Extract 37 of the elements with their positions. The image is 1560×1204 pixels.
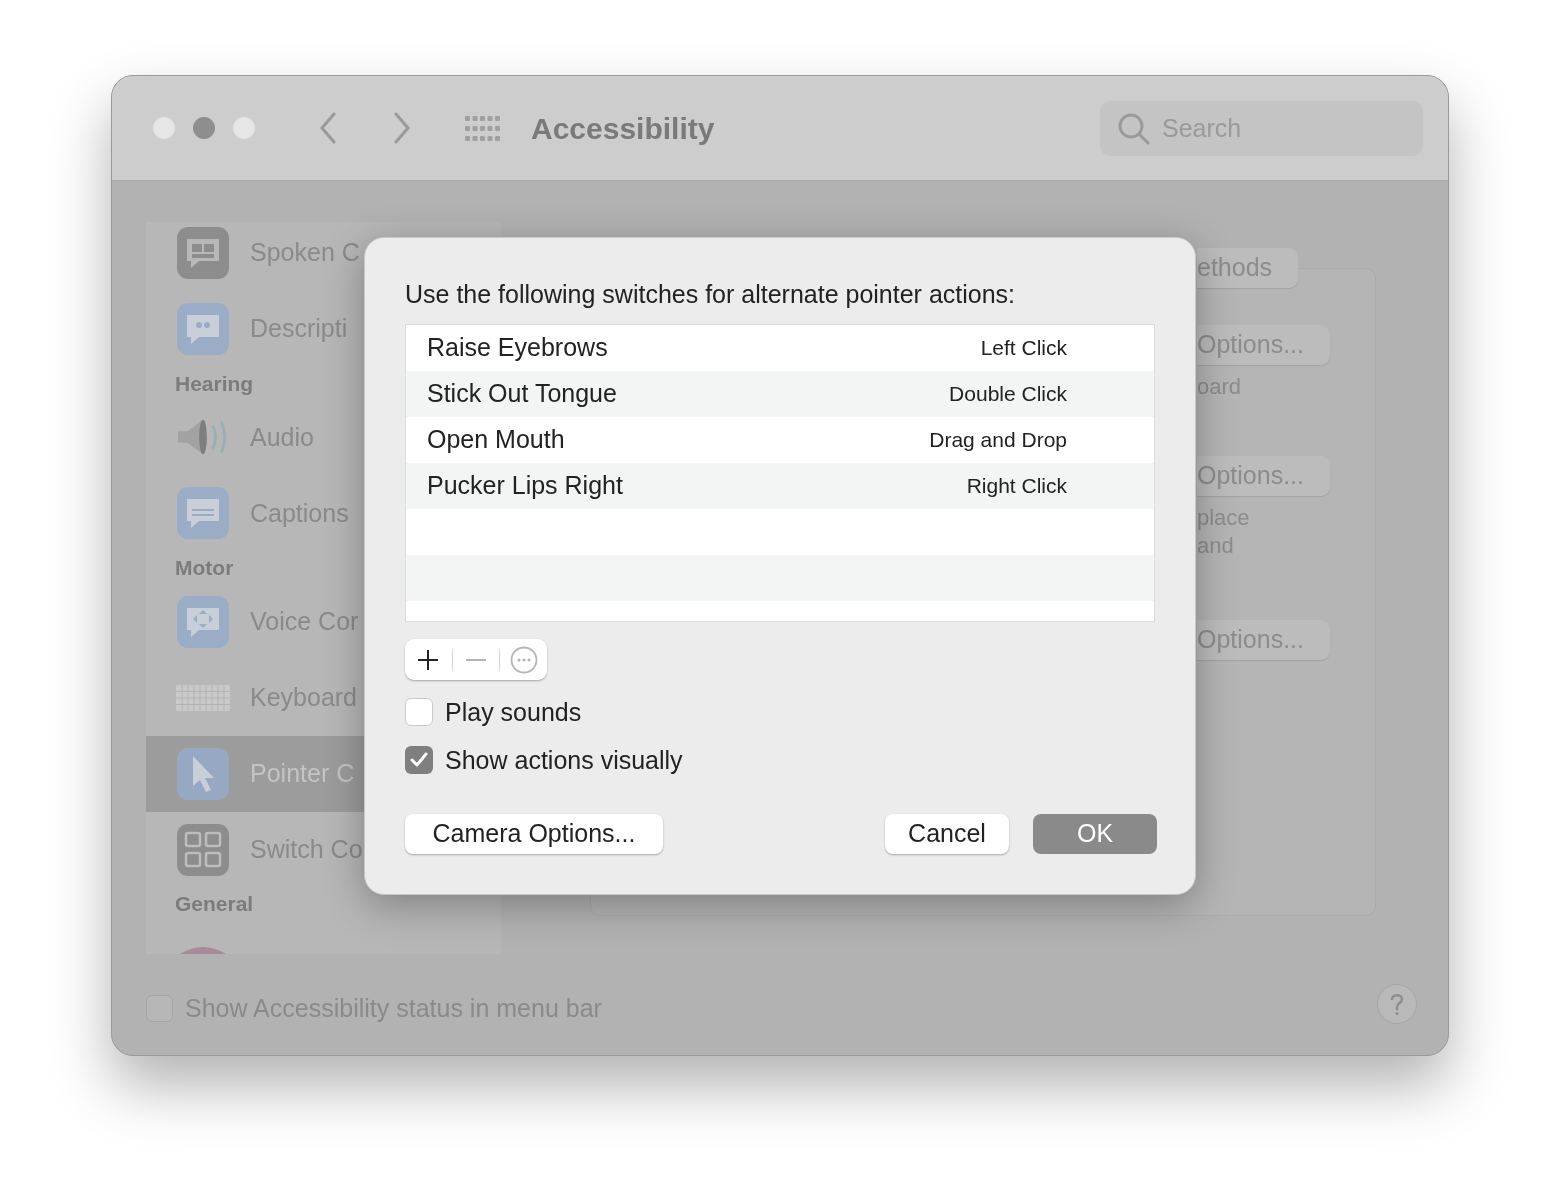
search-icon	[1117, 111, 1151, 146]
dialog-button[interactable]: Cancel	[885, 814, 1009, 854]
grid-icon[interactable]	[465, 114, 501, 142]
dialog-button[interactable]: Camera Options...	[405, 814, 663, 854]
captions-icon	[177, 487, 229, 540]
back-icon[interactable]	[319, 112, 337, 144]
section-header: Hearing	[175, 370, 254, 397]
window-title: Accessibility	[531, 110, 715, 147]
close-button[interactable]	[153, 117, 175, 139]
action-cell-text: Right Click	[966, 473, 1067, 500]
help-button[interactable]	[1377, 984, 1417, 1024]
checkbox-label: Play sounds	[445, 698, 582, 726]
switch-cell-text: Raise Eyebrows	[427, 332, 608, 364]
avatar-icon	[180, 946, 226, 954]
switch-cell-text: Pucker Lips Right	[427, 470, 623, 502]
switch-control-icon	[177, 823, 229, 876]
section-header: General	[175, 891, 254, 918]
question-icon	[1389, 992, 1405, 1016]
action-cell-text: Left Click	[980, 335, 1067, 362]
dialog-button[interactable]: OK	[1033, 814, 1157, 854]
dialog-prompt: Use the following switches for alternate pointer actions:	[405, 279, 1017, 310]
check-icon	[410, 752, 428, 768]
switch-cell-text: Open Mouth	[427, 424, 565, 456]
voice-control-icon	[177, 595, 229, 648]
checkbox[interactable]	[405, 698, 433, 726]
forward-icon[interactable]	[393, 112, 411, 144]
action-cell-text: Double Click	[949, 381, 1067, 408]
pointer-icon	[177, 747, 229, 800]
zoom-button[interactable]	[233, 117, 255, 139]
switch-cell-text: Stick Out Tongue	[427, 378, 617, 410]
section-header: Motor	[175, 555, 234, 582]
action-cell-text: Drag and Drop	[929, 427, 1067, 454]
speech-bubble-icon	[177, 227, 229, 279]
add-icon[interactable]	[417, 648, 440, 671]
checkbox[interactable]	[405, 746, 433, 774]
minimize-button[interactable]	[193, 117, 215, 139]
quote-bubble-icon	[177, 303, 229, 355]
